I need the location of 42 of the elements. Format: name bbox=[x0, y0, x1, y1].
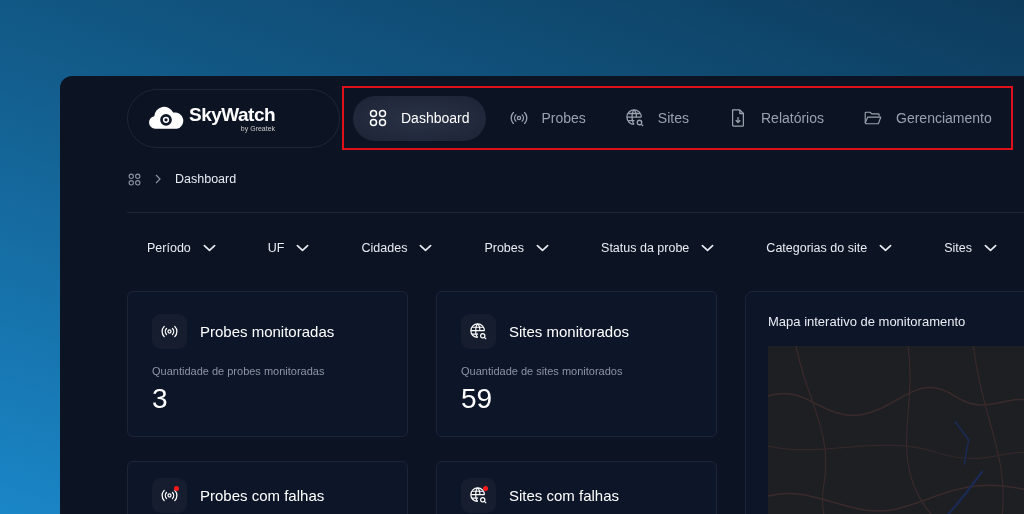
grid-icon bbox=[128, 172, 141, 186]
filter-dropdown[interactable]: Cidades bbox=[361, 239, 433, 257]
filter-dropdown[interactable]: Categorias do site bbox=[766, 239, 893, 257]
file-download-icon bbox=[729, 109, 747, 127]
nav-tab[interactable]: Sites bbox=[609, 95, 705, 141]
card-value: 3 bbox=[152, 383, 169, 415]
chevron-down-icon bbox=[879, 244, 893, 252]
nav-tab[interactable]: Gerenciamento bbox=[848, 95, 1008, 141]
nav-tab[interactable]: Relatórios bbox=[713, 95, 840, 141]
chevron-down-icon bbox=[701, 244, 715, 252]
card-value: 59 bbox=[461, 383, 494, 415]
filter-dropdown[interactable]: Status da probe bbox=[601, 239, 715, 257]
filter-dropdown[interactable]: Probes bbox=[484, 239, 550, 257]
card-title: Probes monitoradas bbox=[200, 323, 335, 340]
card-title: Probes com falhas bbox=[200, 487, 325, 504]
chevron-down-icon bbox=[296, 244, 310, 252]
chevron-down-icon bbox=[536, 244, 550, 252]
nav-tab[interactable]: Dashboard bbox=[353, 95, 486, 141]
broadcast-icon bbox=[161, 323, 178, 340]
map-title: Mapa interativo de monitoramento bbox=[768, 314, 967, 329]
chevron-down-icon bbox=[202, 244, 216, 252]
breadcrumb-item: Dashboard bbox=[175, 172, 237, 186]
cloud-eye-icon bbox=[148, 106, 184, 130]
folder-icon bbox=[864, 109, 882, 127]
chevron-right-icon bbox=[155, 174, 161, 184]
globe-search-icon bbox=[470, 487, 487, 504]
broadcast-icon bbox=[509, 109, 528, 127]
card-title: Sites monitorados bbox=[509, 323, 630, 340]
broadcast-icon bbox=[161, 487, 178, 504]
card-subtitle: Quantidade de sites monitorados bbox=[461, 365, 624, 377]
filter-dropdown[interactable]: Sites bbox=[944, 239, 997, 257]
globe-search-icon bbox=[625, 109, 644, 127]
nav-tab[interactable]: Probes bbox=[493, 95, 602, 141]
globe-search-icon bbox=[470, 323, 487, 340]
card-title: Sites com falhas bbox=[509, 487, 620, 504]
chevron-down-icon bbox=[983, 244, 997, 252]
filter-dropdown[interactable]: UF bbox=[267, 239, 310, 257]
filter-dropdown[interactable]: Período bbox=[147, 239, 216, 257]
chevron-down-icon bbox=[419, 244, 433, 252]
card-subtitle: Quantidade de probes monitoradas bbox=[152, 365, 326, 377]
brand-name: SkyWatch bbox=[189, 104, 276, 126]
grid-icon bbox=[369, 109, 387, 127]
